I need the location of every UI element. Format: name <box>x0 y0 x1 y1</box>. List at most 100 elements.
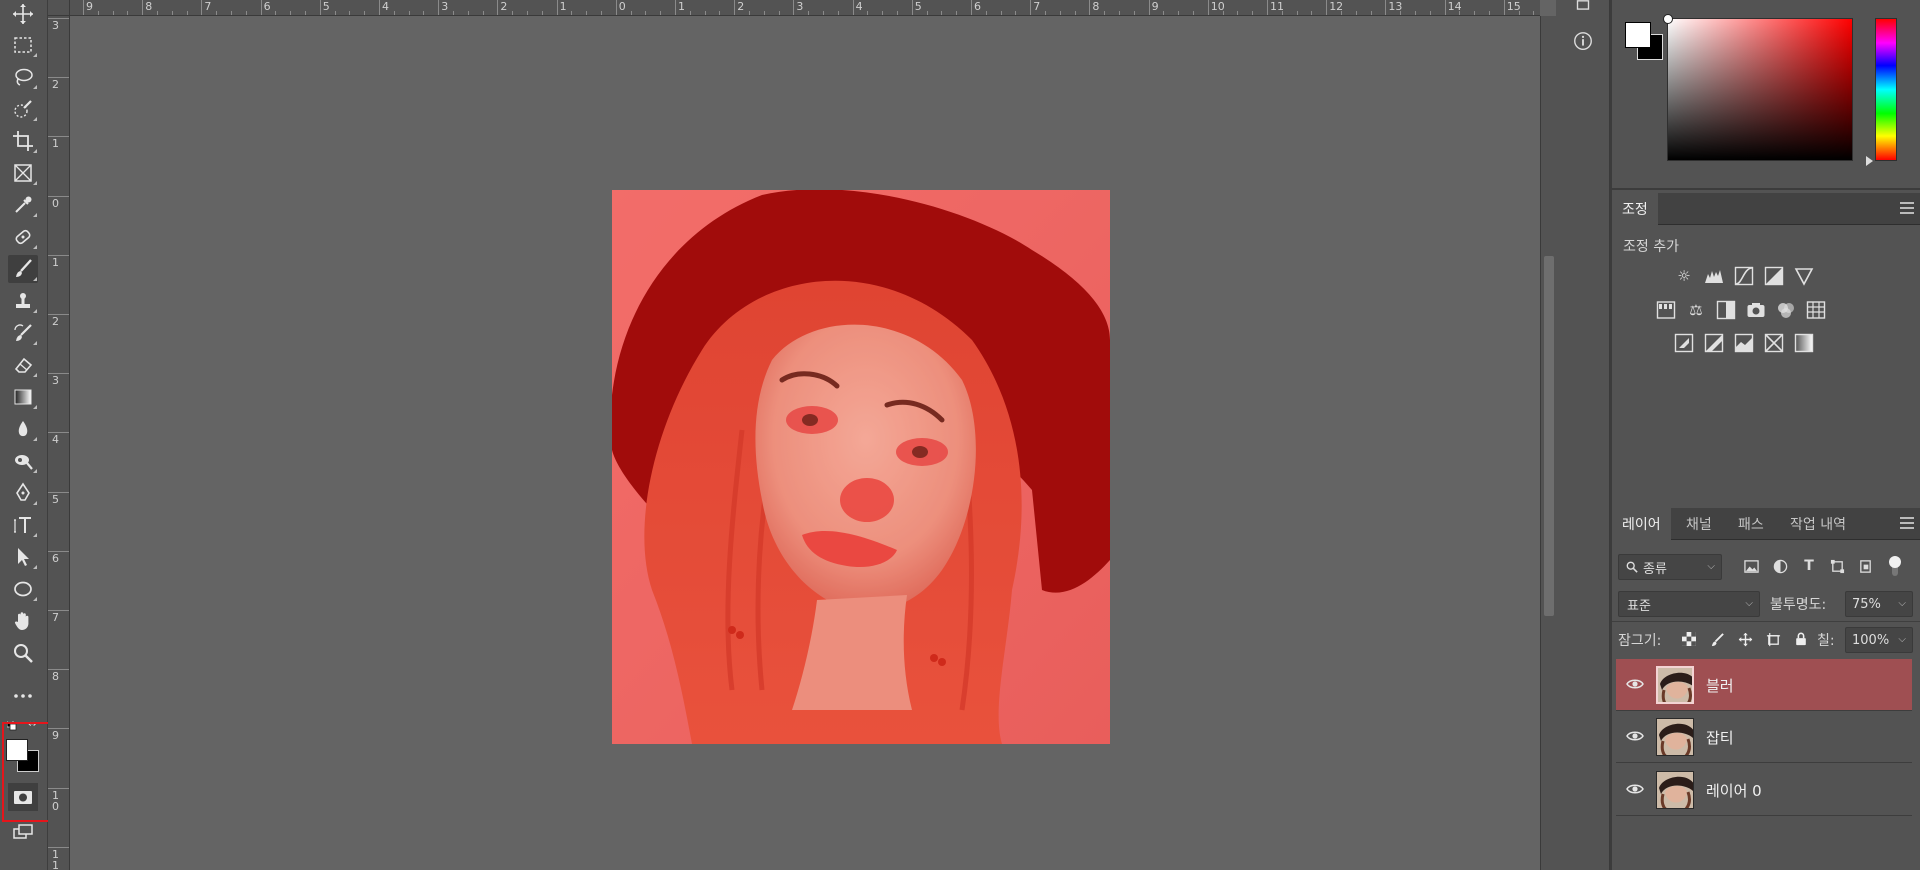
brush-icon[interactable] <box>8 255 38 283</box>
exposure-icon[interactable] <box>1762 264 1786 288</box>
visibility-eye-icon[interactable] <box>1626 675 1644 693</box>
ruler-minor-tick <box>660 11 662 15</box>
tab-layers[interactable]: 레이어 <box>1612 508 1671 540</box>
eyedropper-icon[interactable] <box>8 191 38 219</box>
adjustments-menu-icon[interactable] <box>1900 202 1914 214</box>
marquee-icon[interactable] <box>8 31 38 59</box>
ruler-label: 4 <box>382 0 389 13</box>
ruler-tick <box>971 0 972 15</box>
ruler-minor-tick <box>408 11 410 15</box>
lock-position-icon[interactable] <box>1734 628 1756 650</box>
layer-row-blemish[interactable]: 잡티 <box>1616 711 1912 763</box>
lock-all-icon[interactable] <box>1790 628 1812 650</box>
layer-name: 블러 <box>1706 677 1734 695</box>
type-icon[interactable] <box>8 511 38 539</box>
filter-shape-icon[interactable] <box>1826 555 1848 577</box>
history-brush-icon[interactable] <box>8 319 38 347</box>
lasso-icon[interactable] <box>8 63 38 91</box>
healing-brush-icon[interactable] <box>8 223 38 251</box>
filter-pixel-icon[interactable] <box>1740 555 1762 577</box>
filter-adjustment-icon[interactable] <box>1769 555 1791 577</box>
hue-saturation-icon[interactable] <box>1654 298 1678 322</box>
ruler-minor-tick <box>1133 11 1135 15</box>
ruler-minor-tick <box>1000 11 1002 15</box>
layer-row-blur[interactable]: 블러 <box>1616 659 1912 711</box>
color-panel <box>1612 0 1920 190</box>
lock-artboard-icon[interactable] <box>1762 628 1784 650</box>
ruler-tick <box>497 0 499 15</box>
visibility-eye-icon[interactable] <box>1626 727 1644 745</box>
ruler-label: 5 <box>914 0 922 13</box>
hand-icon[interactable] <box>8 607 38 635</box>
pen-icon[interactable] <box>8 479 38 507</box>
gradient-map-icon[interactable] <box>1792 331 1816 355</box>
layers-menu-icon[interactable] <box>1900 517 1914 529</box>
lock-image-pixels-icon[interactable] <box>1706 628 1728 650</box>
filter-type-icon[interactable]: T <box>1798 555 1820 577</box>
blend-mode-select[interactable]: 표준 ⌵ <box>1618 591 1760 617</box>
scrollbar-thumb[interactable] <box>1544 256 1554 616</box>
visibility-eye-icon[interactable] <box>1626 780 1644 798</box>
posterize-icon[interactable] <box>1702 331 1726 355</box>
opacity-field[interactable]: 75% ⌵ <box>1845 591 1913 617</box>
zoom-icon[interactable] <box>8 639 38 667</box>
hue-slider[interactable] <box>1875 18 1897 161</box>
adjustments-tabs: 조정 <box>1612 193 1920 225</box>
ruler-minor-tick <box>601 11 602 15</box>
brightness-contrast-icon[interactable]: ☼ <box>1672 264 1696 288</box>
ruler-minor-tick <box>393 11 395 15</box>
eraser-icon[interactable] <box>8 351 38 379</box>
invert-icon[interactable] <box>1672 331 1696 355</box>
ruler-origin[interactable] <box>48 0 70 16</box>
color-picker-handle[interactable] <box>1663 14 1673 24</box>
black-white-icon[interactable] <box>1714 298 1738 322</box>
saturation-brightness-field[interactable] <box>1663 14 1853 161</box>
curves-icon[interactable] <box>1732 264 1756 288</box>
layer-filter-select[interactable]: 종류 ⌵ <box>1618 554 1722 580</box>
canvas-vertical-scrollbar[interactable] <box>1540 16 1556 870</box>
channel-mixer-icon[interactable] <box>1774 298 1798 322</box>
move-tool-icon[interactable] <box>8 0 38 28</box>
foreground-color-swatch[interactable] <box>6 739 28 761</box>
path-select-icon[interactable] <box>8 543 38 571</box>
blur-icon[interactable] <box>8 415 38 443</box>
filter-toggle-switch[interactable] <box>1880 556 1910 578</box>
levels-icon[interactable] <box>1702 264 1726 288</box>
lock-transparent-pixels-icon[interactable] <box>1678 628 1700 650</box>
more-tools-icon[interactable] <box>8 682 38 710</box>
color-panel-foreground-swatch[interactable] <box>1625 22 1651 48</box>
quick-select-icon[interactable] <box>8 95 38 123</box>
tab-channels[interactable]: 채널 <box>1676 508 1722 540</box>
fill-field[interactable]: 100% ⌵ <box>1845 627 1913 653</box>
document-canvas[interactable] <box>612 190 1110 744</box>
photo-filter-icon[interactable] <box>1744 298 1768 322</box>
ruler-top[interactable]: 9 8 7 6 5 4 3 2 1 0 1 2 3 4 5 6 7 8 9 10 11 12 13 14 15 <box>70 0 1540 16</box>
hue-slider-handle[interactable] <box>1866 156 1873 166</box>
ruler-tick <box>1089 0 1091 15</box>
crop-icon[interactable] <box>8 127 38 155</box>
libraries-icon[interactable] <box>1571 0 1595 22</box>
dodge-icon[interactable] <box>8 447 38 475</box>
ruler-minor-tick <box>186 11 188 15</box>
screen-mode-icon[interactable] <box>8 818 38 846</box>
info-icon[interactable] <box>1571 29 1595 53</box>
color-lookup-icon[interactable] <box>1804 298 1828 322</box>
filter-smart-object-icon[interactable] <box>1854 555 1876 577</box>
gradient-icon[interactable] <box>8 383 38 411</box>
ellipse-icon[interactable] <box>8 575 38 603</box>
tab-adjustments[interactable]: 조정 <box>1612 193 1658 225</box>
threshold-icon[interactable] <box>1732 331 1756 355</box>
vibrance-icon[interactable] <box>1792 264 1816 288</box>
clone-stamp-icon[interactable] <box>8 287 38 315</box>
portrait-image <box>612 190 1110 744</box>
frame-icon[interactable] <box>8 159 38 187</box>
selective-color-icon[interactable] <box>1762 331 1786 355</box>
layer-row-layer-0[interactable]: 레이어 0 <box>1616 764 1912 816</box>
ruler-minor-tick <box>1415 11 1416 15</box>
ruler-left[interactable]: 32101234567891 01 1 <box>48 16 70 870</box>
color-balance-icon[interactable]: ⚖ <box>1684 298 1708 322</box>
ruler-tick <box>1444 0 1446 15</box>
ruler-tick <box>201 0 203 15</box>
tab-history[interactable]: 작업 내역 <box>1780 508 1856 540</box>
tab-paths[interactable]: 패스 <box>1728 508 1774 540</box>
